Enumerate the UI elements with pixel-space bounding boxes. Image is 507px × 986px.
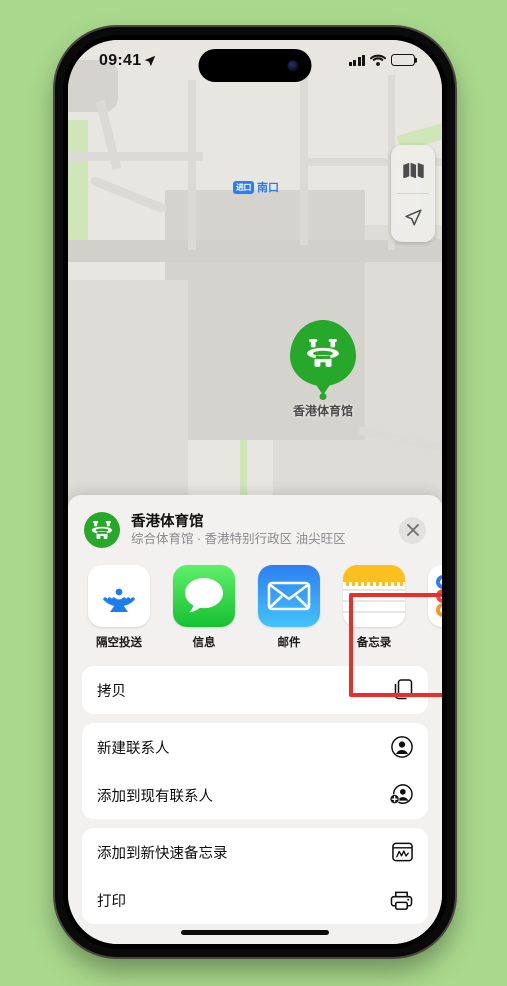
close-icon xyxy=(406,524,419,536)
map-controls xyxy=(391,145,435,242)
share-apps-row: 隔空投送 信息 邮件 备忘录 xyxy=(68,561,442,650)
share-app-label: 隔空投送 xyxy=(96,637,142,649)
place-pin[interactable]: 香港体育馆 xyxy=(290,320,356,418)
share-app-label: 邮件 xyxy=(277,637,301,649)
messages-glyph xyxy=(185,578,223,613)
reminders-icon xyxy=(428,565,442,627)
screen: 进口 南口 香港体育馆 09:41 香港体育馆 综合体育馆 · 香港特别行政区 … xyxy=(68,40,442,944)
location-arrow-icon xyxy=(145,55,156,67)
share-app-label: 信息 xyxy=(192,637,216,649)
status-indicators xyxy=(348,54,415,66)
stadium-icon xyxy=(307,339,339,367)
share-app-reminders[interactable]: 提 xyxy=(428,565,442,650)
status-bar: 09:41 xyxy=(68,40,442,84)
wifi-icon xyxy=(370,54,386,66)
mail-icon xyxy=(258,565,320,627)
status-time-group: 09:41 xyxy=(99,52,157,70)
pin-label: 香港体育馆 xyxy=(292,404,354,418)
action-group: 新建联系人 添加到现有联系人 xyxy=(82,723,428,819)
mail-glyph xyxy=(267,581,311,611)
person-circle-icon xyxy=(391,736,413,758)
share-sheet-titles: 香港体育馆 综合体育馆 · 香港特别行政区 油尖旺区 xyxy=(131,513,388,548)
airdrop-glyph xyxy=(103,588,135,612)
action-row-copy[interactable]: 拷贝 xyxy=(82,666,428,714)
action-group: 添加到新快速备忘录 打印 xyxy=(82,828,428,924)
action-label: 添加到现有联系人 xyxy=(97,788,213,805)
action-row-add-existing-contact[interactable]: 添加到现有联系人 xyxy=(82,771,428,819)
page-title: 香港体育馆 xyxy=(131,513,204,530)
action-row-print[interactable]: 打印 xyxy=(82,876,428,924)
dynamic-island xyxy=(198,49,312,82)
action-label: 拷贝 xyxy=(97,683,126,700)
map-type-button[interactable] xyxy=(391,145,435,193)
share-sheet: 香港体育馆 综合体育馆 · 香港特别行政区 油尖旺区 隔空投送 信息 邮件 备忘… xyxy=(68,495,442,944)
entrance-badge: 进口 xyxy=(233,180,254,194)
close-button[interactable] xyxy=(399,516,426,544)
airdrop-icon xyxy=(88,565,150,627)
share-app-notes[interactable]: 备忘录 xyxy=(343,565,405,650)
copy-icon xyxy=(393,679,413,701)
locate-me-button[interactable] xyxy=(391,194,435,242)
cellular-signal-icon xyxy=(348,54,365,66)
phone-bezel: 进口 南口 香港体育馆 09:41 香港体育馆 综合体育馆 · 香港特别行政区 … xyxy=(63,35,447,949)
share-app-label: 提 xyxy=(428,634,442,650)
action-label: 新建联系人 xyxy=(97,740,170,757)
battery-full-icon xyxy=(391,54,415,66)
notes-icon xyxy=(343,565,405,627)
front-camera-icon xyxy=(287,60,299,71)
page-subtitle: 综合体育馆 · 香港特别行政区 油尖旺区 xyxy=(131,531,346,546)
action-label: 添加到新快速备忘录 xyxy=(97,845,228,862)
pin-bubble xyxy=(290,320,356,386)
printer-icon xyxy=(390,890,413,911)
navigation-arrow-icon xyxy=(405,209,422,226)
messages-icon xyxy=(173,565,235,627)
avatar xyxy=(84,512,120,548)
entrance-name: 南口 xyxy=(257,182,279,194)
share-app-mail[interactable]: 邮件 xyxy=(258,565,320,650)
pin-anchor-dot xyxy=(319,393,327,400)
reminders-glyph xyxy=(436,575,442,617)
action-group: 拷贝 xyxy=(82,666,428,714)
person-add-icon xyxy=(389,784,413,806)
share-sheet-header: 香港体育馆 综合体育馆 · 香港特别行政区 油尖旺区 xyxy=(68,495,442,561)
share-app-label: 备忘录 xyxy=(356,637,392,649)
action-row-quick-note[interactable]: 添加到新快速备忘录 xyxy=(82,828,428,876)
share-app-airdrop[interactable]: 隔空投送 xyxy=(88,565,150,650)
action-label: 打印 xyxy=(97,893,126,910)
folded-map-icon xyxy=(402,162,424,178)
action-row-new-contact[interactable]: 新建联系人 xyxy=(82,723,428,771)
clock: 09:41 xyxy=(99,52,142,69)
map-entrance-label[interactable]: 进口 南口 xyxy=(233,179,279,195)
share-action-list: 拷贝 新建联系人 添加到现有联系人 添加到新快速备忘录 打印 xyxy=(68,650,442,924)
quick-note-icon xyxy=(392,842,413,862)
stadium-icon xyxy=(91,521,113,539)
share-app-messages[interactable]: 信息 xyxy=(173,565,235,650)
notes-glyph xyxy=(343,565,405,627)
home-indicator[interactable] xyxy=(181,930,329,935)
phone-frame: 进口 南口 香港体育馆 09:41 香港体育馆 综合体育馆 · 香港特别行政区 … xyxy=(55,27,455,957)
